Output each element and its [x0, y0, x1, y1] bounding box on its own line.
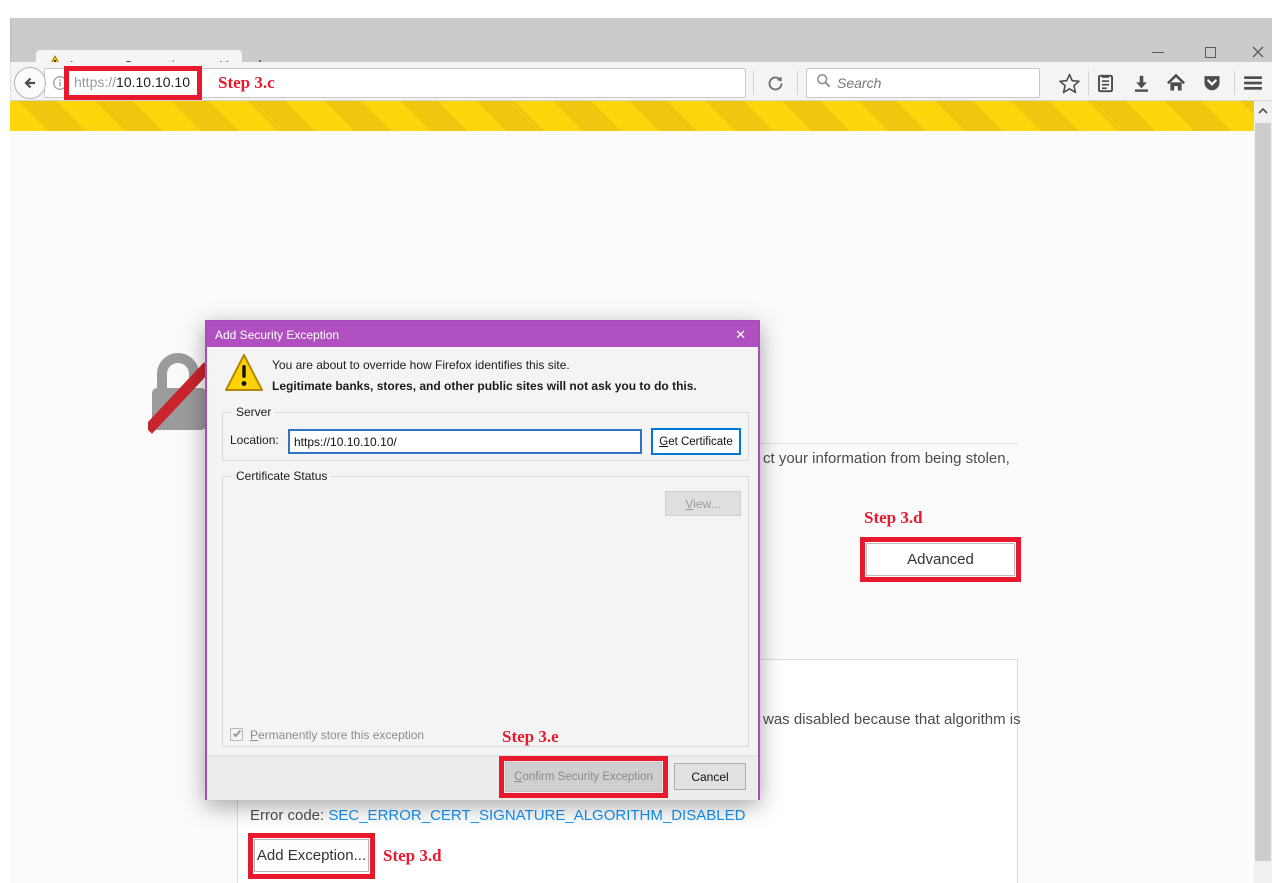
server-group-legend: Server — [232, 405, 275, 419]
get-certificate-button[interactable]: Get Certificate — [651, 428, 741, 455]
error-details-fragment: was disabled because that algorithm is — [763, 711, 1021, 728]
page-scrollbar[interactable] — [1254, 101, 1272, 883]
error-code-line: Error code: SEC_ERROR_CERT_SIGNATURE_ALG… — [250, 807, 745, 824]
error-code-label: Error code: — [250, 807, 328, 824]
checkmark-icon — [233, 729, 241, 738]
bookmarks-icon — [1096, 74, 1115, 93]
window-close-button[interactable] — [1243, 40, 1272, 64]
minimize-icon — [1152, 52, 1164, 53]
annotation-box-advanced — [860, 537, 1021, 582]
toolbar-separator — [1088, 71, 1089, 95]
page-text-fragment: ct your information from being stolen, — [763, 450, 1010, 467]
dialog-titlebar[interactable]: Add Security Exception ✕ — [207, 322, 758, 347]
downloads-button[interactable] — [1128, 70, 1154, 96]
reload-button[interactable] — [762, 71, 788, 95]
broken-lock-icon — [148, 350, 212, 439]
view-button[interactable]: View... — [665, 491, 741, 516]
permanently-store-label: Permanently store this exception — [250, 728, 424, 742]
back-button[interactable] — [14, 67, 46, 99]
home-icon — [1166, 73, 1186, 93]
search-input[interactable] — [837, 70, 1039, 96]
certificate-status-legend: Certificate Status — [232, 469, 331, 483]
bookmarks-menu-button[interactable] — [1092, 70, 1118, 96]
toolbar-separator — [797, 71, 798, 95]
menu-button[interactable] — [1240, 70, 1266, 96]
star-icon — [1059, 73, 1080, 94]
maximize-button[interactable] — [1195, 40, 1225, 64]
annotation-step-3d-add-exception: Step 3.d — [383, 846, 442, 866]
download-icon — [1132, 74, 1151, 93]
add-security-exception-dialog: Add Security Exception ✕ You are about t… — [205, 320, 760, 800]
scrollbar-thumb[interactable] — [1255, 123, 1271, 861]
window-titlebar[interactable]: Insecure Connection ✕ + — [10, 18, 1272, 62]
annotation-step-3e: Step 3.e — [502, 727, 559, 747]
minimize-button[interactable] — [1143, 40, 1173, 64]
dialog-warning-icon — [223, 352, 265, 397]
screen: Insecure Connection ✕ + https://10.10.10… — [0, 0, 1272, 883]
bookmark-star-button[interactable] — [1056, 70, 1082, 96]
search-icon — [816, 73, 831, 93]
cancel-button[interactable]: Cancel — [674, 763, 746, 790]
permanently-store-checkbox[interactable] — [230, 728, 243, 741]
search-bar[interactable] — [806, 68, 1040, 98]
hamburger-icon — [1243, 74, 1263, 92]
scrollbar-up-button[interactable] — [1254, 101, 1272, 120]
toolbar-separator — [753, 71, 754, 95]
dialog-warning-secondary: Legitimate banks, stores, and other publ… — [272, 379, 697, 393]
close-icon — [1252, 46, 1264, 58]
dialog-title: Add Security Exception — [215, 328, 731, 342]
annotation-box-add-exception — [248, 833, 375, 879]
insecure-warning-banner — [10, 101, 1254, 131]
error-code-link[interactable]: SEC_ERROR_CERT_SIGNATURE_ALGORITHM_DISAB… — [328, 807, 745, 824]
dialog-warning-primary: You are about to override how Firefox id… — [272, 358, 570, 372]
chevron-up-icon — [1258, 108, 1268, 114]
toolbar-separator — [1234, 71, 1235, 95]
location-input[interactable] — [288, 429, 642, 454]
pocket-button[interactable] — [1199, 70, 1225, 96]
annotation-box-url — [64, 66, 202, 100]
back-arrow-icon — [22, 75, 38, 91]
location-label: Location: — [230, 433, 279, 447]
annotation-step-3d-advanced: Step 3.d — [864, 508, 923, 528]
annotation-step-3c: Step 3.c — [218, 73, 275, 93]
annotation-box-confirm — [499, 756, 668, 798]
reload-icon — [767, 75, 784, 92]
pocket-shield-icon — [1202, 73, 1222, 93]
home-button[interactable] — [1163, 70, 1189, 96]
maximize-icon — [1205, 47, 1216, 58]
certificate-status-group: Certificate Status — [222, 476, 749, 747]
dialog-close-icon[interactable]: ✕ — [731, 327, 750, 343]
